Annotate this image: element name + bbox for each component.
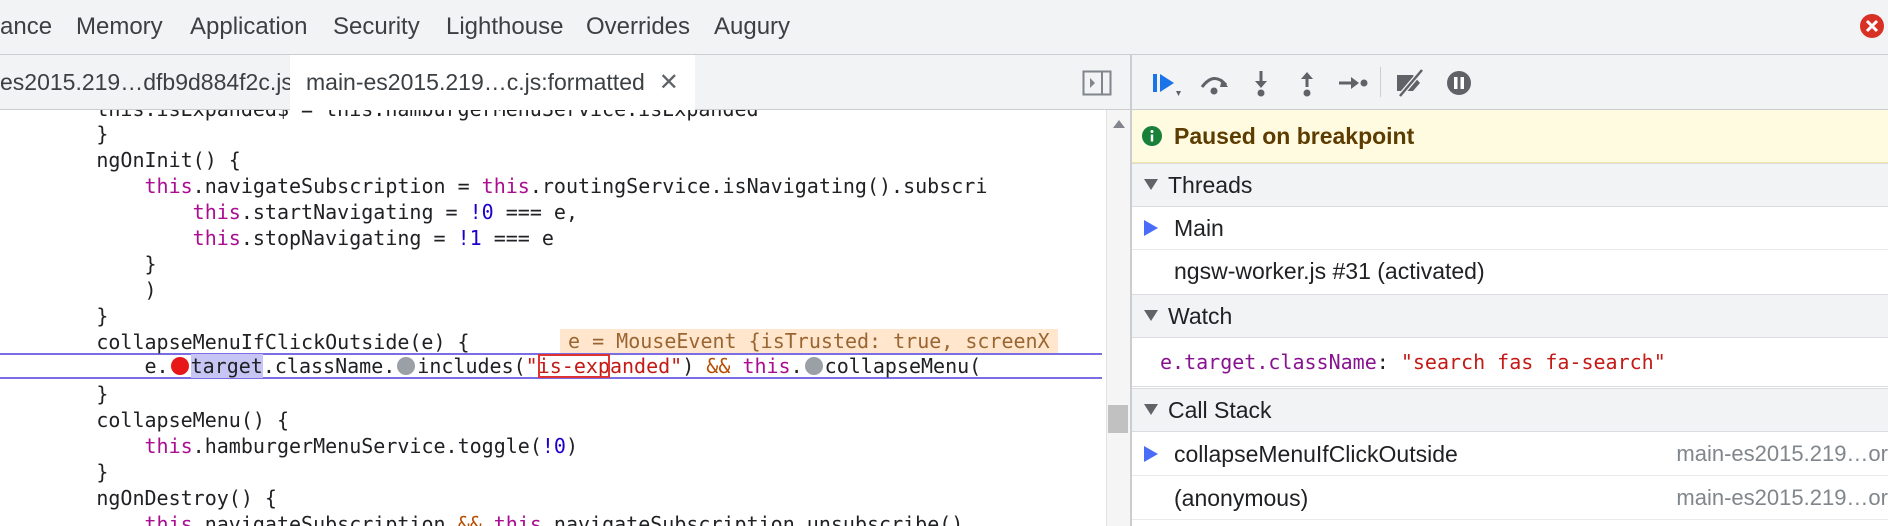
- toolbar-divider: [1380, 67, 1381, 97]
- threads-section-header[interactable]: Threads: [1132, 163, 1888, 207]
- toggle-sidebar-icon[interactable]: [1082, 70, 1112, 96]
- code-line: this.hamburgerMenuService.toggle(!0): [144, 434, 579, 458]
- breakpoint-active-icon[interactable]: [170, 357, 189, 375]
- code-editor[interactable]: this.isExpanded$ = this.hamburgerMenuSer…: [0, 110, 1105, 526]
- section-title: Threads: [1168, 172, 1253, 198]
- watch-expression-name: e.target.className: [1160, 350, 1377, 374]
- scrollbar-thumb[interactable]: [1108, 405, 1128, 433]
- step-icon[interactable]: [1337, 69, 1369, 97]
- file-tab-bar: es2015.219…dfb9d884f2c.js main-es2015.21…: [0, 55, 1130, 110]
- thread-item-main[interactable]: Main: [1132, 207, 1888, 250]
- tab-augury[interactable]: Augury: [714, 0, 790, 54]
- code-line: this.startNavigating = !0 === e,: [192, 200, 578, 224]
- watch-separator: :: [1376, 350, 1401, 374]
- watch-expression-value: "search fas fa-search": [1400, 350, 1666, 374]
- code-line: ngOnInit() {: [0, 148, 241, 172]
- callstack-frame[interactable]: collapseMenuIfClickOutside main-es2015.2…: [1132, 433, 1888, 476]
- watch-expression[interactable]: e.target.className: "search fas fa-searc…: [1132, 338, 1888, 387]
- code-line: this.navigateSubscription = this.routing…: [144, 174, 988, 198]
- file-tab-source[interactable]: es2015.219…dfb9d884f2c.js: [0, 55, 293, 109]
- triangle-down-icon: [1144, 179, 1158, 190]
- callstack-frame[interactable]: (anonymous) main-es2015.219…or: [1132, 477, 1888, 520]
- step-into-icon[interactable]: [1245, 69, 1277, 97]
- code-line: collapseMenuIfClickOutside(e) {: [0, 330, 470, 354]
- editor-scrollbar[interactable]: [1106, 110, 1131, 526]
- tab-application[interactable]: Application: [190, 0, 307, 54]
- step-out-icon[interactable]: [1291, 69, 1323, 97]
- triangle-down-icon: [1144, 404, 1158, 415]
- tab-overrides[interactable]: Overrides: [586, 0, 690, 54]
- info-icon: [1142, 126, 1162, 146]
- tab-memory[interactable]: Memory: [76, 0, 163, 54]
- pause-on-exceptions-icon[interactable]: [1443, 69, 1475, 97]
- current-frame-arrow-icon: [1144, 446, 1158, 462]
- watch-section-header[interactable]: Watch: [1132, 294, 1888, 338]
- thread-label: ngsw-worker.js #31 (activated): [1174, 258, 1485, 284]
- section-title: Call Stack: [1168, 397, 1272, 423]
- code-line-current: e. target.className. includes("is-expanded…: [0, 354, 982, 378]
- breakpoint-inline-icon[interactable]: [397, 357, 416, 375]
- file-tab-label: main-es2015.219…c.js:formatted: [306, 69, 645, 95]
- close-tab-icon[interactable]: ✕: [659, 56, 679, 110]
- close-devtools-icon[interactable]: [1858, 12, 1886, 40]
- step-over-icon[interactable]: [1198, 69, 1230, 97]
- code-line: ): [0, 278, 157, 302]
- deactivate-breakpoints-icon[interactable]: [1394, 69, 1426, 97]
- code-line: }: [0, 382, 109, 406]
- file-tab-formatted[interactable]: main-es2015.219…c.js:formatted ✕: [290, 55, 695, 110]
- frame-location[interactable]: main-es2015.219…or: [1676, 477, 1888, 519]
- current-thread-arrow-icon: [1144, 220, 1158, 236]
- debugger-toolbar: [1132, 55, 1888, 110]
- code-line: this.isExpanded$ = this.hamburgerMenuSer…: [0, 110, 758, 122]
- code-line: this.stopNavigating = !1 === e: [192, 226, 554, 250]
- code-line: }: [0, 122, 109, 146]
- breakpoint-inline-icon[interactable]: [804, 357, 823, 375]
- panel-tab-bar: ance Memory Application Security Lightho…: [0, 0, 1888, 55]
- code-line: this.navigateSubscription && this.naviga…: [144, 512, 964, 526]
- thread-item-worker[interactable]: ngsw-worker.js #31 (activated): [1132, 250, 1888, 292]
- paused-banner: Paused on breakpoint: [1132, 110, 1888, 163]
- inline-variable-value: e = MouseEvent {isTrusted: true, screenX: [560, 329, 1058, 353]
- resume-icon[interactable]: [1150, 69, 1182, 97]
- frame-function: collapseMenuIfClickOutside: [1174, 441, 1458, 467]
- scroll-up-icon[interactable]: [1111, 118, 1127, 130]
- code-line: }: [0, 304, 109, 328]
- paused-status-text: Paused on breakpoint: [1174, 123, 1415, 149]
- code-line: }: [0, 460, 109, 484]
- tab-performance[interactable]: ance: [0, 0, 52, 54]
- code-line: ngOnDestroy() {: [0, 486, 277, 510]
- tab-lighthouse[interactable]: Lighthouse: [446, 0, 563, 54]
- section-title: Watch: [1168, 303, 1233, 329]
- code-line: collapseMenu() {: [0, 408, 289, 432]
- frame-location[interactable]: main-es2015.219…or: [1676, 433, 1888, 475]
- tab-security[interactable]: Security: [333, 0, 420, 54]
- frame-function: (anonymous): [1174, 485, 1309, 511]
- thread-label: Main: [1174, 215, 1224, 241]
- triangle-down-icon: [1144, 310, 1158, 321]
- callstack-section-header[interactable]: Call Stack: [1132, 388, 1888, 432]
- code-line: }: [0, 252, 157, 276]
